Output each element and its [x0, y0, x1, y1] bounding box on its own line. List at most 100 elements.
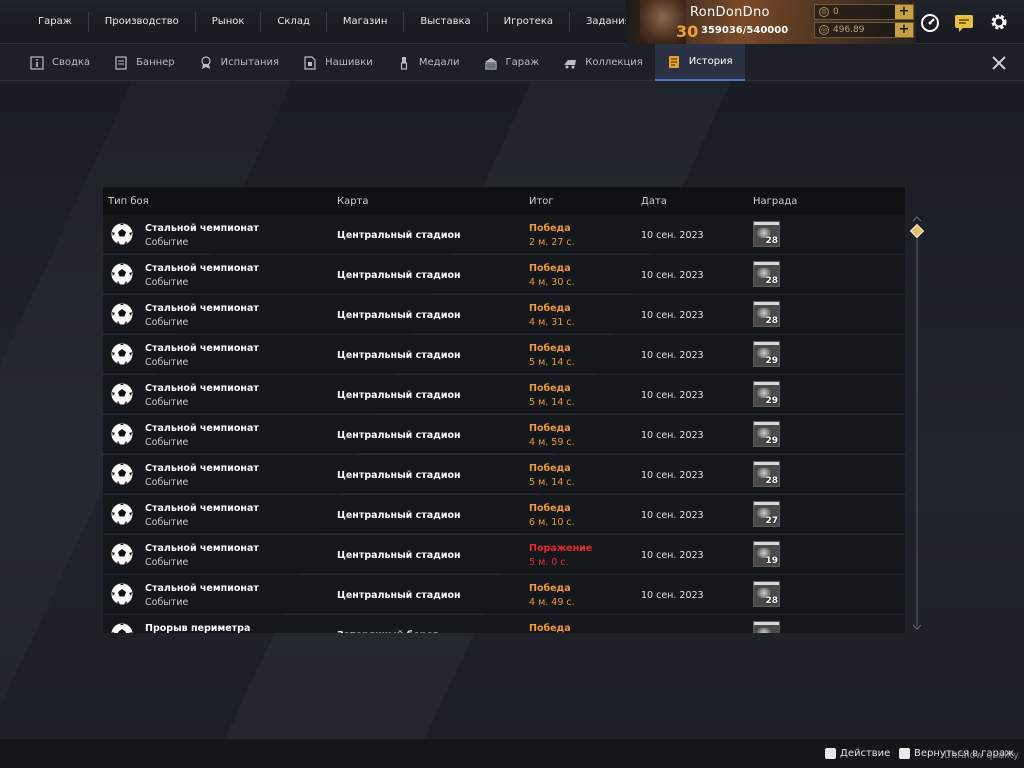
tab-summary-label: Сводка [52, 57, 91, 68]
table-row[interactable]: Прорыв периметра Затерянный берег Победа [103, 615, 905, 633]
chevron-down-icon[interactable] [912, 624, 922, 630]
table-row[interactable]: Стальной чемпионат Событие Центральный ста… [103, 375, 905, 413]
scroll-track[interactable] [916, 228, 918, 626]
reward-item[interactable]: 29 [753, 341, 780, 367]
history-table: Тип боя Карта Итог Дата Награда Стальной… [103, 187, 905, 633]
table-row[interactable]: Стальной чемпионат Событие Центральный ста… [103, 295, 905, 333]
nav-garage[interactable]: Гараж [22, 12, 89, 32]
battle-subtype: Событие [145, 477, 189, 488]
tab-banner[interactable]: Баннер [102, 44, 187, 81]
tabs-bar: Сводка Баннер Испытания Нашивки Медали Г… [0, 44, 1024, 81]
soccer-ball-icon [110, 622, 134, 633]
tab-patches[interactable]: Нашивки [291, 44, 385, 81]
table-row[interactable]: Стальной чемпионат Событие Центральный ста… [103, 415, 905, 453]
tab-history[interactable]: История [654, 44, 745, 81]
reward-item[interactable]: 29 [753, 421, 780, 447]
battle-date: 10 сен. 2023 [641, 550, 704, 561]
soccer-ball-icon [110, 382, 134, 406]
battle-subtype: Событие [145, 237, 189, 248]
action-button[interactable]: Действие [825, 748, 890, 759]
table-row[interactable]: Стальной чемпионат Событие Центральный ста… [103, 455, 905, 493]
settings-gear-icon[interactable] [988, 11, 1010, 33]
battle-result: Победа [529, 223, 571, 234]
speedometer-icon[interactable] [919, 11, 941, 33]
soccer-ball-icon [110, 582, 134, 606]
battle-type: Стальной чемпионат [145, 383, 259, 394]
battle-date: 10 сен. 2023 [641, 230, 704, 241]
battle-result: Победа [529, 463, 571, 474]
nav-shop[interactable]: Магазин [327, 12, 405, 32]
battle-type: Стальной чемпионат [145, 263, 259, 274]
reward-item[interactable]: 27 [753, 501, 780, 527]
table-row[interactable]: Стальной чемпионат Событие Центральный ста… [103, 335, 905, 373]
reward-item[interactable]: 28 [753, 461, 780, 487]
reward-item[interactable]: 28 [753, 221, 780, 247]
action-label: Действие [840, 748, 891, 759]
player-level: 30 [676, 22, 699, 41]
battle-duration: 4 м. 31 с. [529, 317, 575, 328]
header-date[interactable]: Дата [641, 196, 667, 207]
battle-duration: 4 м. 49 с. [529, 597, 575, 608]
battle-duration: 4 м. 30 с. [529, 277, 575, 288]
nav-production[interactable]: Производство [89, 12, 196, 32]
battle-result: Победа [529, 383, 571, 394]
reward-item[interactable] [753, 621, 780, 633]
top-navigation: Гараж Производство Рынок Склад Магазин В… [0, 0, 1024, 44]
add-crowns-button[interactable]: + [895, 5, 913, 19]
reward-count: 29 [765, 396, 778, 406]
close-icon[interactable] [990, 54, 1008, 72]
table-row[interactable]: Стальной чемпионат Событие Центральный ста… [103, 575, 905, 613]
soccer-ball-icon [110, 302, 134, 326]
reward-item[interactable]: 28 [753, 261, 780, 287]
soccer-ball-icon [110, 542, 134, 566]
battle-type: Стальной чемпионат [145, 463, 259, 474]
chat-icon[interactable] [953, 11, 975, 33]
nav-storage[interactable]: Склад [261, 12, 327, 32]
coin-icon: ◎ [819, 25, 829, 35]
tab-patches-label: Нашивки [325, 57, 373, 68]
tab-garage[interactable]: Гараж [472, 44, 552, 81]
battle-subtype: Событие [145, 277, 189, 288]
tab-collection-label: Коллекция [585, 57, 643, 68]
battle-map: Центральный стадион [337, 230, 461, 241]
add-coins-button[interactable]: + [895, 23, 913, 37]
reward-count: 19 [765, 556, 778, 566]
currency-coins-value: 496.89 [833, 25, 865, 35]
table-scrollbar[interactable] [909, 216, 925, 630]
battle-map: Центральный стадион [337, 310, 461, 321]
nav-market[interactable]: Рынок [196, 12, 262, 32]
table-row[interactable]: Стальной чемпионат Событие Центральный ста… [103, 215, 905, 253]
table-row[interactable]: Стальной чемпионат Событие Центральный ста… [103, 535, 905, 573]
battle-duration: 5 м. 14 с. [529, 397, 575, 408]
battle-type: Стальной чемпионат [145, 423, 259, 434]
battle-date: 10 сен. 2023 [641, 390, 704, 401]
tab-challenges[interactable]: Испытания [187, 44, 291, 81]
header-battle-type[interactable]: Тип боя [108, 196, 149, 207]
tab-summary[interactable]: Сводка [18, 44, 102, 81]
tab-collection[interactable]: Коллекция [551, 44, 655, 81]
table-row[interactable]: Стальной чемпионат Событие Центральный ста… [103, 255, 905, 293]
player-name: RonDonDno [690, 5, 770, 20]
header-result[interactable]: Итог [529, 196, 554, 207]
soccer-ball-icon [110, 222, 134, 246]
battle-subtype: Событие [145, 517, 189, 528]
reward-item[interactable]: 29 [753, 381, 780, 407]
crown-coin-icon: ⚙ [819, 7, 829, 17]
header-reward[interactable]: Награда [753, 196, 797, 207]
battle-type: Стальной чемпионат [145, 503, 259, 514]
reward-item[interactable]: 19 [753, 541, 780, 567]
tab-medals[interactable]: Медали [385, 44, 472, 81]
soccer-ball-icon [110, 502, 134, 526]
nav-playroom[interactable]: Игротека [488, 12, 571, 32]
battle-duration: 2 м. 27 с. [529, 237, 575, 248]
nav-exhibition[interactable]: Выставка [404, 12, 488, 32]
reward-item[interactable]: 28 [753, 301, 780, 327]
reward-item[interactable]: 28 [753, 581, 780, 607]
battle-result: Победа [529, 303, 571, 314]
battle-result: Поражение [529, 543, 593, 554]
chevron-up-icon[interactable] [912, 216, 922, 222]
battle-map: Центральный стадион [337, 270, 461, 281]
header-map[interactable]: Карта [337, 196, 369, 207]
battle-result: Победа [529, 423, 571, 434]
table-row[interactable]: Стальной чемпионат Событие Центральный ста… [103, 495, 905, 533]
